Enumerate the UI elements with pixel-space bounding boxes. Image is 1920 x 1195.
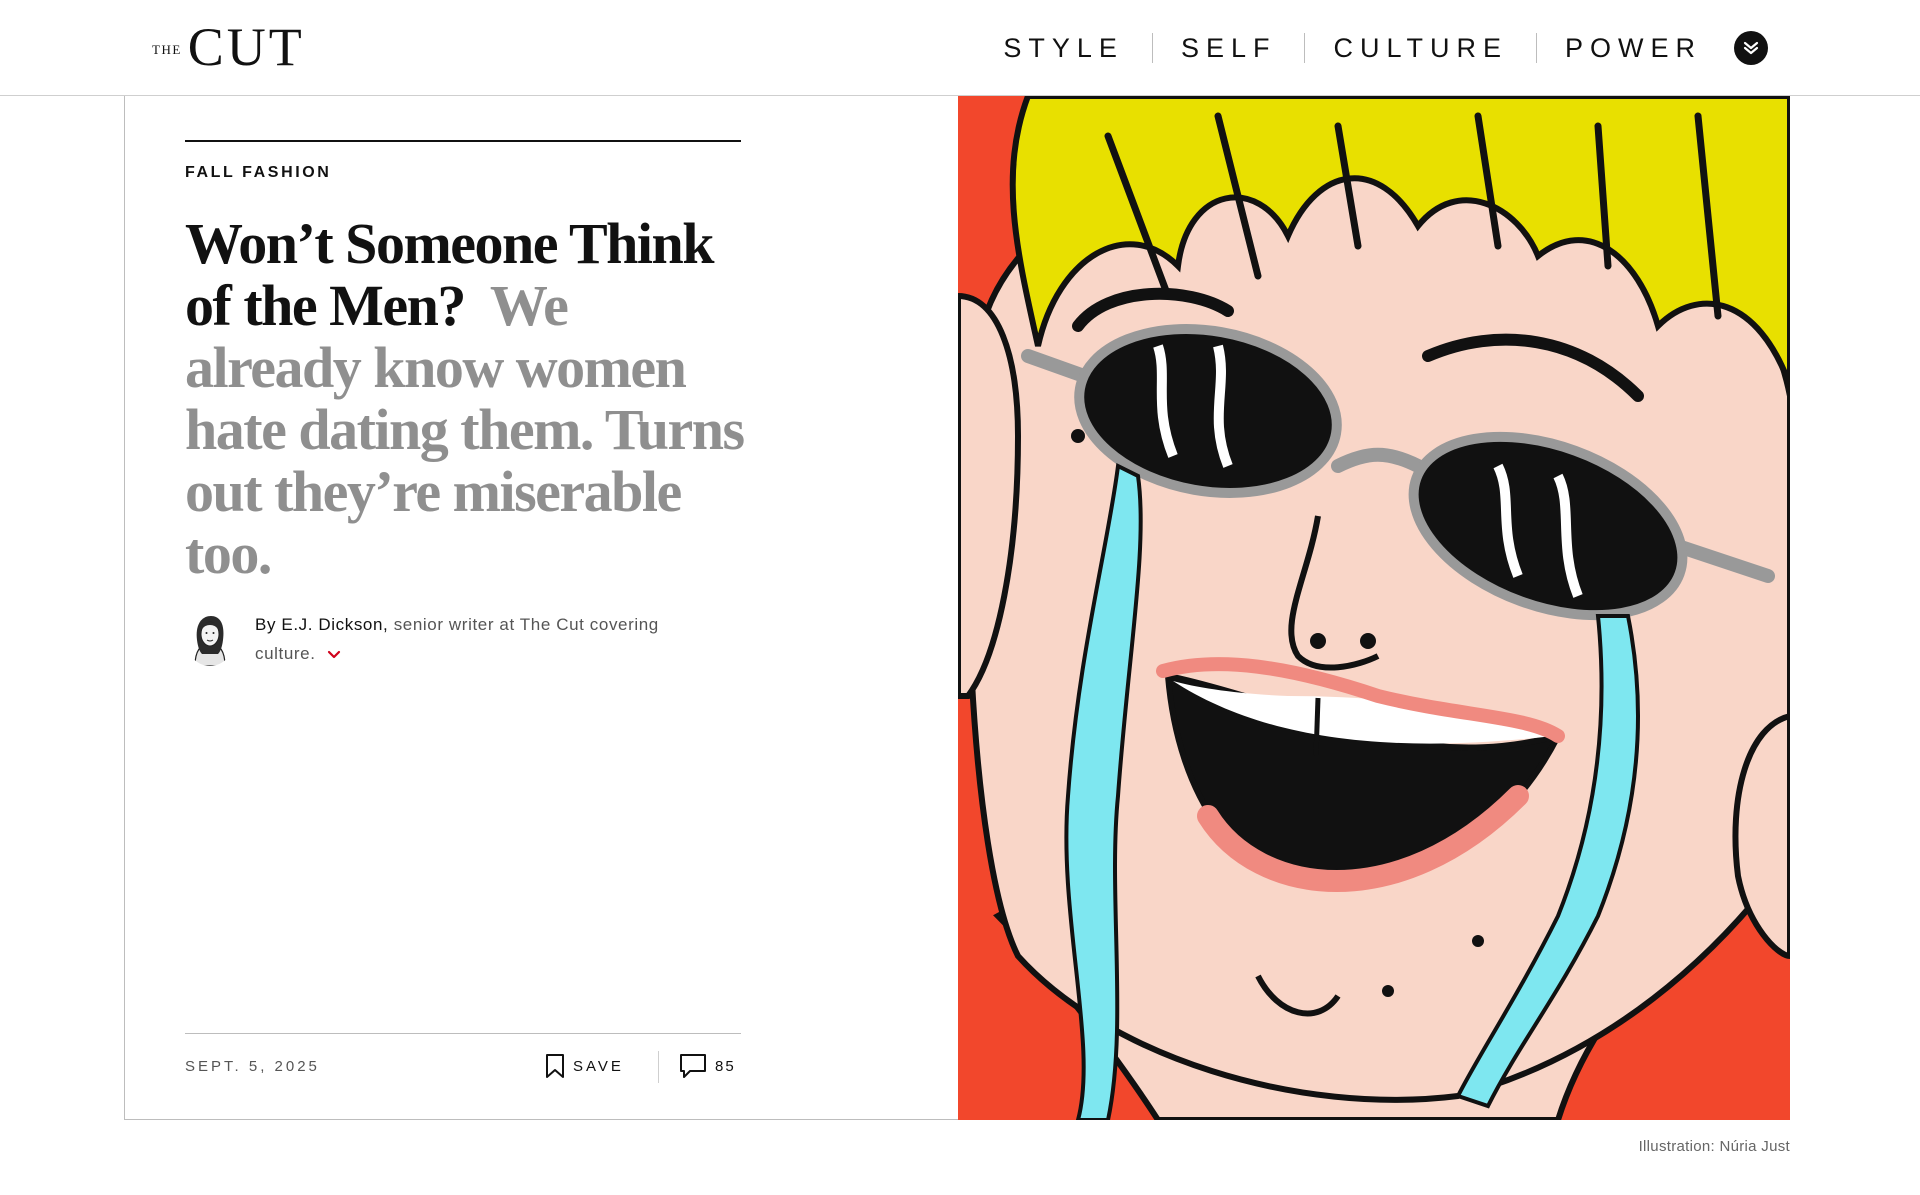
illustration-credit: Illustration: Núria Just — [1638, 1138, 1790, 1155]
comment-icon — [680, 1054, 706, 1078]
expand-bio-chevron-icon[interactable] — [327, 640, 341, 669]
comment-count: 85 — [715, 1057, 736, 1075]
the-cut-logo[interactable]: THE CUT — [152, 17, 305, 77]
logo-cut: CUT — [187, 17, 305, 77]
byline-prefix: By — [255, 615, 277, 634]
author-avatar[interactable] — [185, 610, 235, 666]
top-divider — [185, 140, 741, 142]
menu-toggle-button[interactable] — [1734, 31, 1768, 65]
article-info-panel: FALL FASHION Won’t Someone Think of the … — [124, 96, 958, 1120]
byline: By E.J. Dickson, senior writer at The Cu… — [185, 610, 705, 669]
bottom-divider — [185, 1033, 741, 1034]
save-button[interactable]: SAVE — [545, 1051, 624, 1081]
nav-item-power[interactable]: POWER — [1537, 33, 1730, 64]
logo-the: THE — [152, 42, 182, 57]
publish-date: SEPT. 5, 2025 — [185, 1058, 320, 1075]
article-headline: Won’t Someone Think of the Men? We alrea… — [185, 213, 745, 585]
action-divider — [658, 1051, 659, 1083]
bookmark-icon — [546, 1054, 564, 1078]
main-nav: STYLE SELF CULTURE POWER — [975, 28, 1730, 68]
nav-item-self[interactable]: SELF — [1153, 33, 1305, 64]
save-label: SAVE — [573, 1057, 624, 1075]
author-name-link[interactable]: E.J. Dickson, — [281, 615, 388, 634]
comments-button[interactable]: 85 — [679, 1051, 736, 1081]
rubric-label[interactable]: FALL FASHION — [185, 164, 331, 182]
byline-text: By E.J. Dickson, senior writer at The Cu… — [255, 610, 705, 669]
headline-text: Won’t Someone Think of the Men? — [185, 211, 715, 338]
nav-item-style[interactable]: STYLE — [975, 33, 1152, 64]
article-hero: FALL FASHION Won’t Someone Think of the … — [124, 96, 1790, 1120]
lead-illustration — [958, 96, 1790, 1120]
site-header: THE CUT STYLE SELF CULTURE POWER — [0, 0, 1920, 96]
chevron-down-circle-icon — [1743, 41, 1759, 55]
nav-item-culture[interactable]: CULTURE — [1305, 33, 1536, 64]
